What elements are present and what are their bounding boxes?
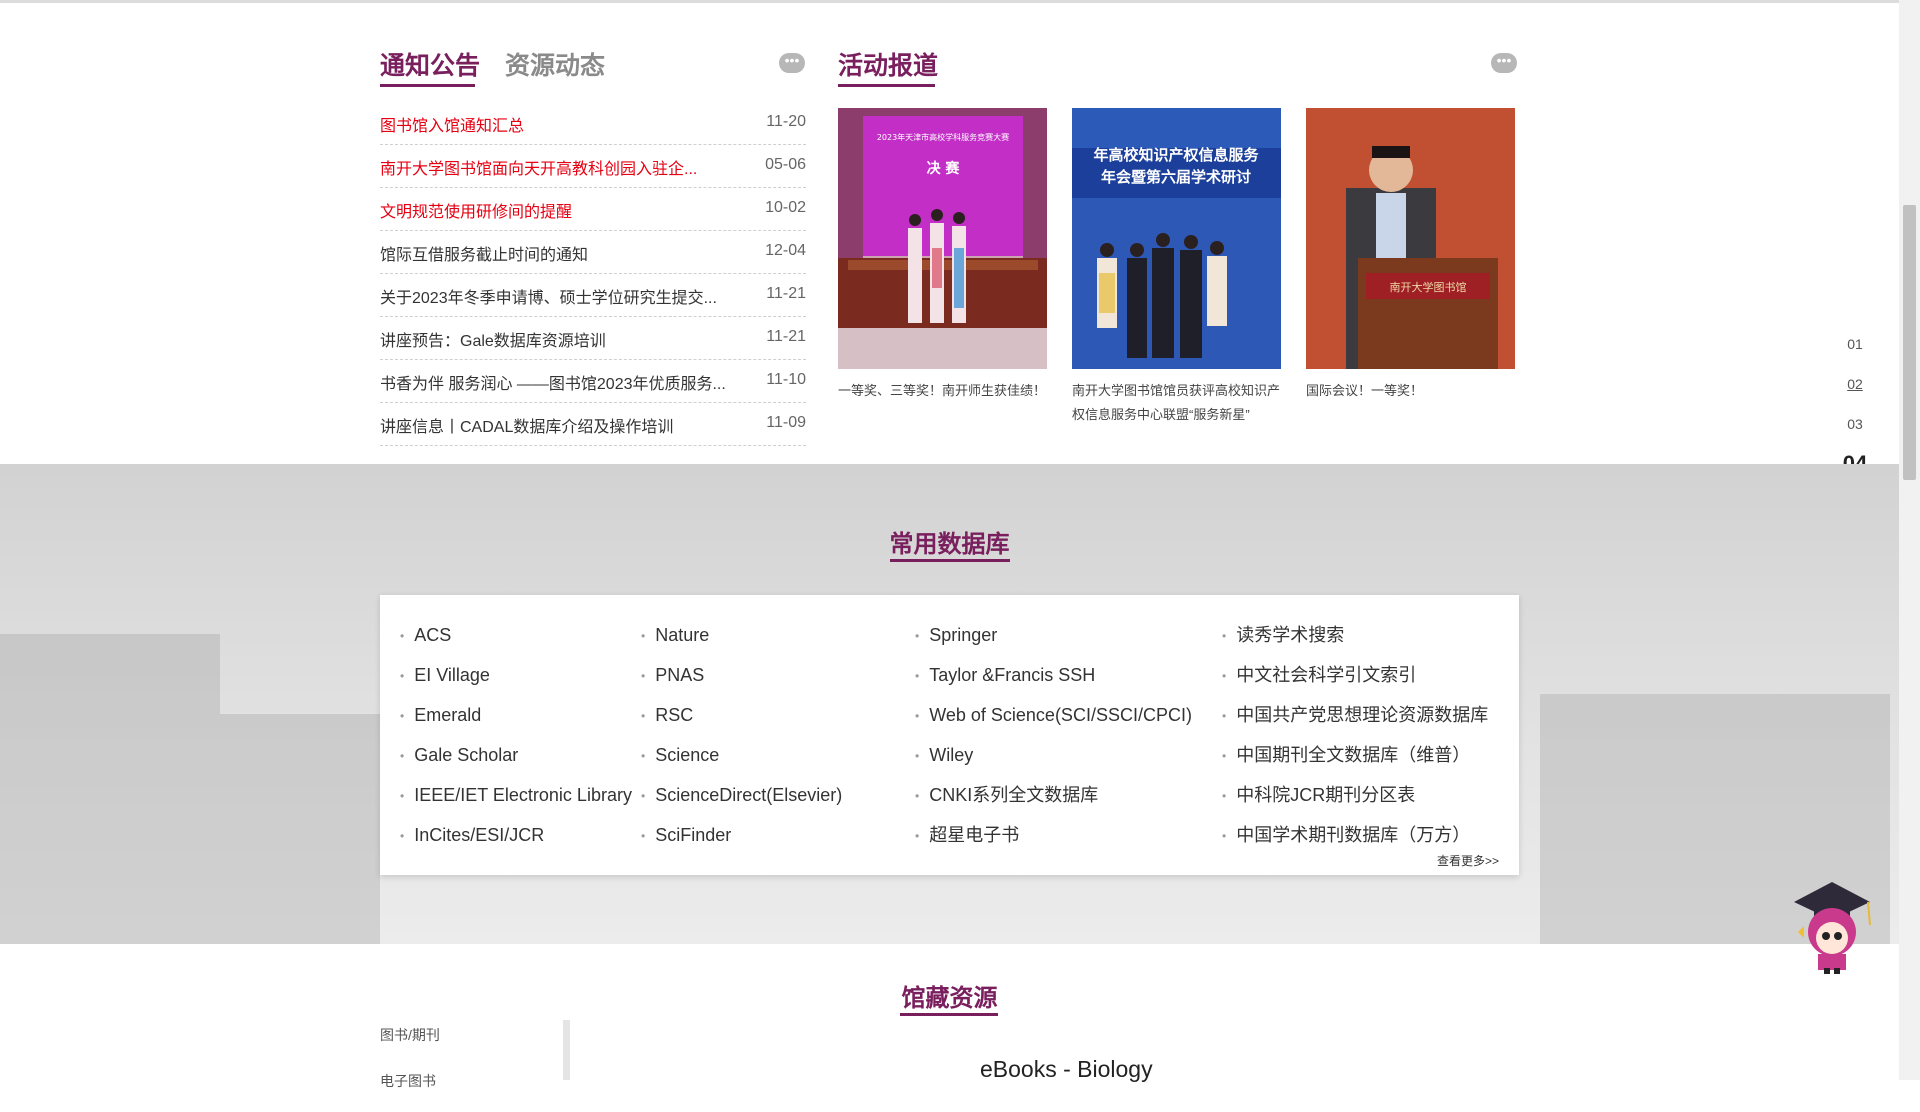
database-link[interactable]: • 中国共产党思想理论资源数据库 xyxy=(1222,695,1488,735)
page-scrollbar[interactable] xyxy=(1899,0,1920,1080)
database-link[interactable]: • 中国期刊全文数据库（维普） xyxy=(1222,735,1488,775)
database-link[interactable]: • Wiley xyxy=(915,735,1192,775)
mascot-assistant-icon[interactable] xyxy=(1790,880,1875,975)
database-link[interactable]: • Science xyxy=(641,735,842,775)
database-link[interactable]: • Nature xyxy=(641,615,842,655)
collection-title-underline xyxy=(900,1013,998,1016)
database-link[interactable]: • CNKI系列全文数据库 xyxy=(915,775,1192,815)
activity-caption: 一等奖、三等奖！南开师生获佳绩！ xyxy=(838,383,1047,398)
svg-text:南开大学图书馆: 南开大学图书馆 xyxy=(1390,280,1467,294)
collection-divider xyxy=(563,1020,570,1080)
notices-more-icon[interactable]: ••• xyxy=(779,53,805,73)
notice-date: 10-02 xyxy=(765,199,806,216)
activity-more-icon[interactable]: ••• xyxy=(1491,53,1517,73)
collection-menu-item[interactable]: 电子图书 xyxy=(380,1066,440,1112)
svg-text:年会暨第六届学术研讨: 年会暨第六届学术研讨 xyxy=(1101,168,1251,186)
activity-card[interactable]: 年高校知识产权信息服务 年会暨第六届学术研讨 南开大学图书馆馆员获评高校知识产权… xyxy=(1072,108,1281,427)
section-nav-item[interactable]: 02 xyxy=(1830,372,1880,412)
database-column: • Springer • Taylor &Francis SSH • Web of S… xyxy=(915,615,1192,855)
database-link[interactable]: • 读秀学术搜索 xyxy=(1222,615,1488,655)
svg-text:年高校知识产权信息服务: 年高校知识产权信息服务 xyxy=(1093,146,1259,164)
database-link[interactable]: • Springer xyxy=(915,615,1192,655)
notice-date: 11-10 xyxy=(766,371,806,388)
tab-resource-news[interactable]: 资源动态 xyxy=(505,46,605,82)
collection-title: 馆藏资源 xyxy=(901,985,998,1012)
database-link[interactable]: • EI Village xyxy=(400,655,632,695)
svg-text:决 赛: 决 赛 xyxy=(927,160,961,177)
activity-card[interactable]: 2023年天津市高校学科服务竞赛大赛 决 赛 一等奖、三等奖！南开师生获佳绩！ xyxy=(838,108,1047,403)
svg-text:2023年天津市高校学科服务竞赛大赛: 2023年天津市高校学科服务竞赛大赛 xyxy=(877,132,1009,142)
database-link[interactable]: • ACS xyxy=(400,615,632,655)
database-link[interactable]: • RSC xyxy=(641,695,842,735)
database-panel: • ACS • EI Village • Emerald • Gale Scholar … xyxy=(380,595,1519,875)
notice-date: 05-06 xyxy=(765,156,806,173)
database-title-underline xyxy=(890,559,1010,562)
activity-card[interactable]: 南开大学图书馆 国际会议！一等奖！ xyxy=(1306,108,1515,403)
background-building xyxy=(220,714,380,944)
activity-caption: 国际会议！一等奖！ xyxy=(1306,383,1424,398)
notice-item[interactable]: 讲座预告：Gale数据库资源培训 11-21 xyxy=(380,317,806,360)
section-nav-item[interactable]: 03 xyxy=(1830,412,1880,452)
collection-section: 馆藏资源 图书/期刊 电子图书 eBooks - Biology xyxy=(0,944,1899,1089)
notice-title: 书香为伴 服务润心 ——图书馆2023年优质服务... xyxy=(380,376,726,393)
database-link[interactable]: • Gale Scholar xyxy=(400,735,632,775)
tab-notices[interactable]: 通知公告 xyxy=(380,46,480,82)
notice-title: 图书馆入馆通知汇总 xyxy=(380,118,525,135)
notice-item[interactable]: 图书馆入馆通知汇总 11-20 xyxy=(380,102,806,145)
collection-menu: 图书/期刊 电子图书 xyxy=(380,1020,440,1112)
database-title: 常用数据库 xyxy=(889,531,1010,558)
activity-photo: 南开大学图书馆 xyxy=(1306,108,1515,369)
database-link[interactable]: • Taylor &Francis SSH xyxy=(915,655,1192,695)
database-more-link[interactable]: 查看更多>> xyxy=(1437,852,1499,869)
background-building xyxy=(0,634,220,944)
notice-item[interactable]: 书香为伴 服务润心 ——图书馆2023年优质服务... 11-10 xyxy=(380,360,806,403)
database-link[interactable]: • 中科院JCR期刊分区表 xyxy=(1222,775,1488,815)
database-column: • Nature • PNAS • RSC • Science • ScienceDire… xyxy=(641,615,842,855)
database-link[interactable]: • Web of Science(SCI/SSCI/CPCI) xyxy=(915,695,1192,735)
notice-date: 11-20 xyxy=(766,113,806,130)
scrollbar-thumb[interactable] xyxy=(1903,205,1916,480)
notice-date: 11-09 xyxy=(766,414,806,431)
collection-menu-item[interactable]: 图书/期刊 xyxy=(380,1020,440,1066)
database-link[interactable]: • 超星电子书 xyxy=(915,815,1192,855)
notice-title: 南开大学图书馆面向天开高教科创园入驻企... xyxy=(380,161,698,178)
notice-list: 图书馆入馆通知汇总 11-20 南开大学图书馆面向天开高教科创园入驻企... 05-… xyxy=(380,102,806,446)
notice-item[interactable]: 馆际互借服务截止时间的通知 12-04 xyxy=(380,231,806,274)
activity-photo: 2023年天津市高校学科服务竞赛大赛 决 赛 xyxy=(838,108,1047,369)
notice-title: 讲座预告：Gale数据库资源培训 xyxy=(380,333,606,350)
database-column: • 读秀学术搜索 • 中文社会科学引文索引 • 中国共产党思想理论资源数据库 • 中国期… xyxy=(1222,615,1488,855)
notice-item[interactable]: 讲座信息丨CADAL数据库介绍及操作培训 11-09 xyxy=(380,403,806,446)
notice-item[interactable]: 文明规范使用研修间的提醒 10-02 xyxy=(380,188,806,231)
notice-title: 馆际互借服务截止时间的通知 xyxy=(380,247,589,264)
activity-photo: 年高校知识产权信息服务 年会暨第六届学术研讨 xyxy=(1072,108,1281,369)
database-section: 常用数据库 • ACS • EI Village • Emerald • Gale Sc… xyxy=(0,464,1899,944)
notice-item[interactable]: 南开大学图书馆面向天开高教科创园入驻企... 05-06 xyxy=(380,145,806,188)
database-link[interactable]: • ScienceDirect(Elsevier) xyxy=(641,775,842,815)
database-link[interactable]: • Emerald xyxy=(400,695,632,735)
database-link[interactable]: • PNAS xyxy=(641,655,842,695)
activity-underline xyxy=(838,84,935,87)
notice-title: 文明规范使用研修间的提醒 xyxy=(380,204,573,221)
tab-underline xyxy=(380,84,475,87)
database-link[interactable]: • IEEE/IET Electronic Library xyxy=(400,775,632,815)
notice-item[interactable]: 关于2023年冬季申请博、硕士学位研究生提交... 11-21 xyxy=(380,274,806,317)
notice-title: 关于2023年冬季申请博、硕士学位研究生提交... xyxy=(380,290,717,307)
collection-content-title: eBooks - Biology xyxy=(980,1056,1153,1082)
database-link[interactable]: • 中国学术期刊数据库（万方） xyxy=(1222,815,1488,855)
top-border xyxy=(0,0,1899,3)
notice-date: 11-21 xyxy=(766,328,806,345)
notice-date: 11-21 xyxy=(766,285,806,302)
activity-caption: 南开大学图书馆馆员获评高校知识产权信息服务中心联盟“服务新星” xyxy=(1072,383,1281,422)
database-link[interactable]: • InCites/ESI/JCR xyxy=(400,815,632,855)
notice-title: 讲座信息丨CADAL数据库介绍及操作培训 xyxy=(380,419,674,436)
section-nav-item[interactable]: 01 xyxy=(1830,332,1880,372)
database-link[interactable]: • 中文社会科学引文索引 xyxy=(1222,655,1488,695)
database-link[interactable]: • SciFinder xyxy=(641,815,842,855)
notice-date: 12-04 xyxy=(765,242,806,259)
database-column: • ACS • EI Village • Emerald • Gale Scholar … xyxy=(400,615,632,855)
activity-title[interactable]: 活动报道 xyxy=(838,46,938,82)
